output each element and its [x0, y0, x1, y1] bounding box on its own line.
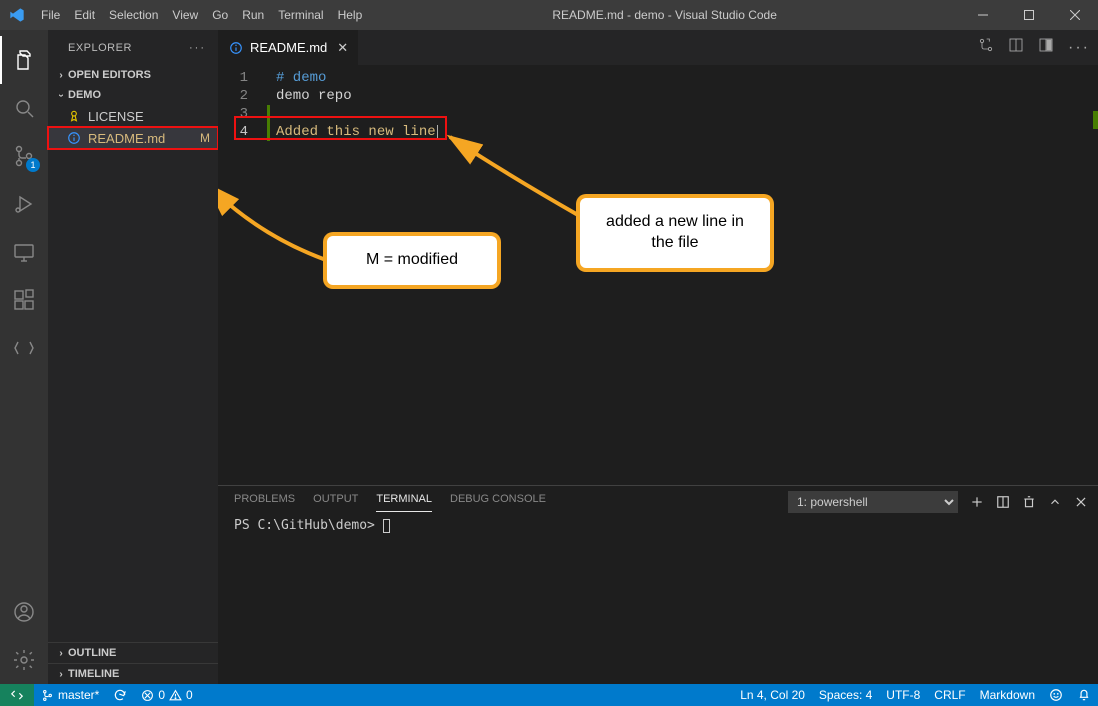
callout-new-line: added a new line in the file: [580, 198, 770, 268]
window-maximize-button[interactable]: [1006, 0, 1052, 30]
license-file-icon: [66, 108, 82, 124]
info-file-icon: [228, 40, 244, 56]
status-encoding[interactable]: UTF-8: [879, 684, 927, 706]
status-sync[interactable]: [106, 684, 134, 706]
chevron-right-icon: ›: [54, 669, 68, 680]
code-line-2: demo repo: [276, 87, 1098, 105]
menu-run[interactable]: Run: [235, 0, 271, 30]
status-warnings-count: 0: [186, 688, 193, 702]
timeline-label: TIMELINE: [68, 668, 119, 680]
terminal-shell-select[interactable]: 1: powershell: [788, 491, 958, 513]
explorer-more-icon[interactable]: ···: [189, 42, 206, 54]
tab-close-icon[interactable]: ✕: [337, 40, 348, 56]
status-git-branch[interactable]: master*: [34, 684, 106, 706]
menu-selection[interactable]: Selection: [102, 0, 165, 30]
editor-area: README.md ✕ ··· 1234 # demo demo repo Ad…: [218, 30, 1098, 684]
activity-search[interactable]: [0, 84, 48, 132]
compare-changes-icon[interactable]: [978, 37, 994, 58]
activity-extensions[interactable]: [0, 276, 48, 324]
open-editors-section[interactable]: › OPEN EDITORS: [48, 65, 218, 85]
activity-remote-explorer[interactable]: [0, 228, 48, 276]
open-preview-icon[interactable]: [1008, 37, 1024, 58]
menu-go[interactable]: Go: [205, 0, 235, 30]
menu-help[interactable]: Help: [331, 0, 370, 30]
file-name: LICENSE: [88, 109, 144, 124]
status-feedback-icon[interactable]: [1042, 684, 1070, 706]
editor-tab-readme[interactable]: README.md ✕: [218, 30, 359, 65]
menu-terminal[interactable]: Terminal: [271, 0, 330, 30]
menu-view[interactable]: View: [165, 0, 205, 30]
maximize-panel-icon[interactable]: [1048, 495, 1062, 509]
chevron-right-icon: ›: [54, 70, 68, 81]
window-close-button[interactable]: [1052, 0, 1098, 30]
status-bar: master* 0 0 Ln 4, Col 20 Spaces: 4 UTF-8…: [0, 684, 1098, 706]
split-editor-icon[interactable]: [1038, 37, 1054, 58]
status-problems[interactable]: 0 0: [134, 684, 199, 706]
callout-modified: M = modified: [327, 236, 497, 285]
terminal-prompt: PS C:\GitHub\demo>: [234, 518, 383, 533]
activity-accounts[interactable]: [0, 588, 48, 636]
explorer-title: EXPLORER: [68, 42, 132, 54]
file-row-license[interactable]: LICENSE: [48, 105, 218, 127]
text-editor[interactable]: 1234 # demo demo repo Added this new lin…: [218, 65, 1098, 485]
timeline-section[interactable]: › TIMELINE: [48, 663, 218, 684]
window-title: README.md - demo - Visual Studio Code: [369, 8, 960, 22]
panel-tab-terminal[interactable]: TERMINAL: [376, 493, 432, 512]
new-terminal-icon[interactable]: [970, 495, 984, 509]
kill-terminal-icon[interactable]: [1022, 495, 1036, 509]
status-notifications-icon[interactable]: [1070, 684, 1098, 706]
chevron-right-icon: ›: [54, 648, 68, 659]
file-status-modified: M: [200, 131, 210, 145]
vscode-logo-icon: [0, 7, 34, 23]
editor-actions: ···: [970, 30, 1098, 65]
terminal-body[interactable]: PS C:\GitHub\demo>: [218, 518, 1098, 684]
window-minimize-button[interactable]: [960, 0, 1006, 30]
more-actions-icon[interactable]: ···: [1068, 39, 1090, 57]
editor-tab-bar: README.md ✕ ···: [218, 30, 1098, 65]
status-indent[interactable]: Spaces: 4: [812, 684, 879, 706]
chevron-down-icon: ›: [56, 88, 67, 102]
file-row-readme[interactable]: README.md M: [48, 127, 218, 149]
close-panel-icon[interactable]: [1074, 495, 1088, 509]
activity-azure[interactable]: [0, 324, 48, 372]
panel-tab-debug-console[interactable]: DEBUG CONSOLE: [450, 493, 546, 511]
status-language[interactable]: Markdown: [973, 684, 1042, 706]
status-errors-count: 0: [158, 688, 165, 702]
panel-tab-output[interactable]: OUTPUT: [313, 493, 358, 511]
status-remote-button[interactable]: [0, 684, 34, 706]
split-terminal-icon[interactable]: [996, 495, 1010, 509]
terminal-cursor: [383, 519, 390, 533]
tab-label: README.md: [250, 40, 327, 55]
status-line-col[interactable]: Ln 4, Col 20: [733, 684, 812, 706]
folder-label: DEMO: [68, 89, 101, 101]
activity-run-debug[interactable]: [0, 180, 48, 228]
outline-section[interactable]: › OUTLINE: [48, 642, 218, 663]
scm-badge: 1: [26, 158, 40, 172]
menu-file[interactable]: File: [34, 0, 67, 30]
explorer-sidebar: EXPLORER ··· › OPEN EDITORS › DEMO LICEN…: [48, 30, 218, 684]
code-line-1: # demo: [276, 69, 1098, 87]
open-editors-label: OPEN EDITORS: [68, 69, 151, 81]
menu-edit[interactable]: Edit: [67, 0, 102, 30]
activity-settings[interactable]: [0, 636, 48, 684]
info-file-icon: [66, 130, 82, 146]
bottom-panel: PROBLEMS OUTPUT TERMINAL DEBUG CONSOLE 1…: [218, 485, 1098, 684]
annotation-highlight-box: [234, 116, 447, 140]
activity-bar: 1: [0, 30, 48, 684]
menu-bar: File Edit Selection View Go Run Terminal…: [34, 0, 369, 30]
status-eol[interactable]: CRLF: [927, 684, 972, 706]
activity-explorer[interactable]: [0, 36, 48, 84]
file-name: README.md: [88, 131, 165, 146]
folder-section[interactable]: › DEMO: [48, 85, 218, 105]
activity-source-control[interactable]: 1: [0, 132, 48, 180]
minimap-change-indicator: [1093, 111, 1098, 129]
status-branch-label: master*: [58, 688, 99, 702]
title-bar: File Edit Selection View Go Run Terminal…: [0, 0, 1098, 30]
panel-tab-problems[interactable]: PROBLEMS: [234, 493, 295, 511]
outline-label: OUTLINE: [68, 647, 116, 659]
